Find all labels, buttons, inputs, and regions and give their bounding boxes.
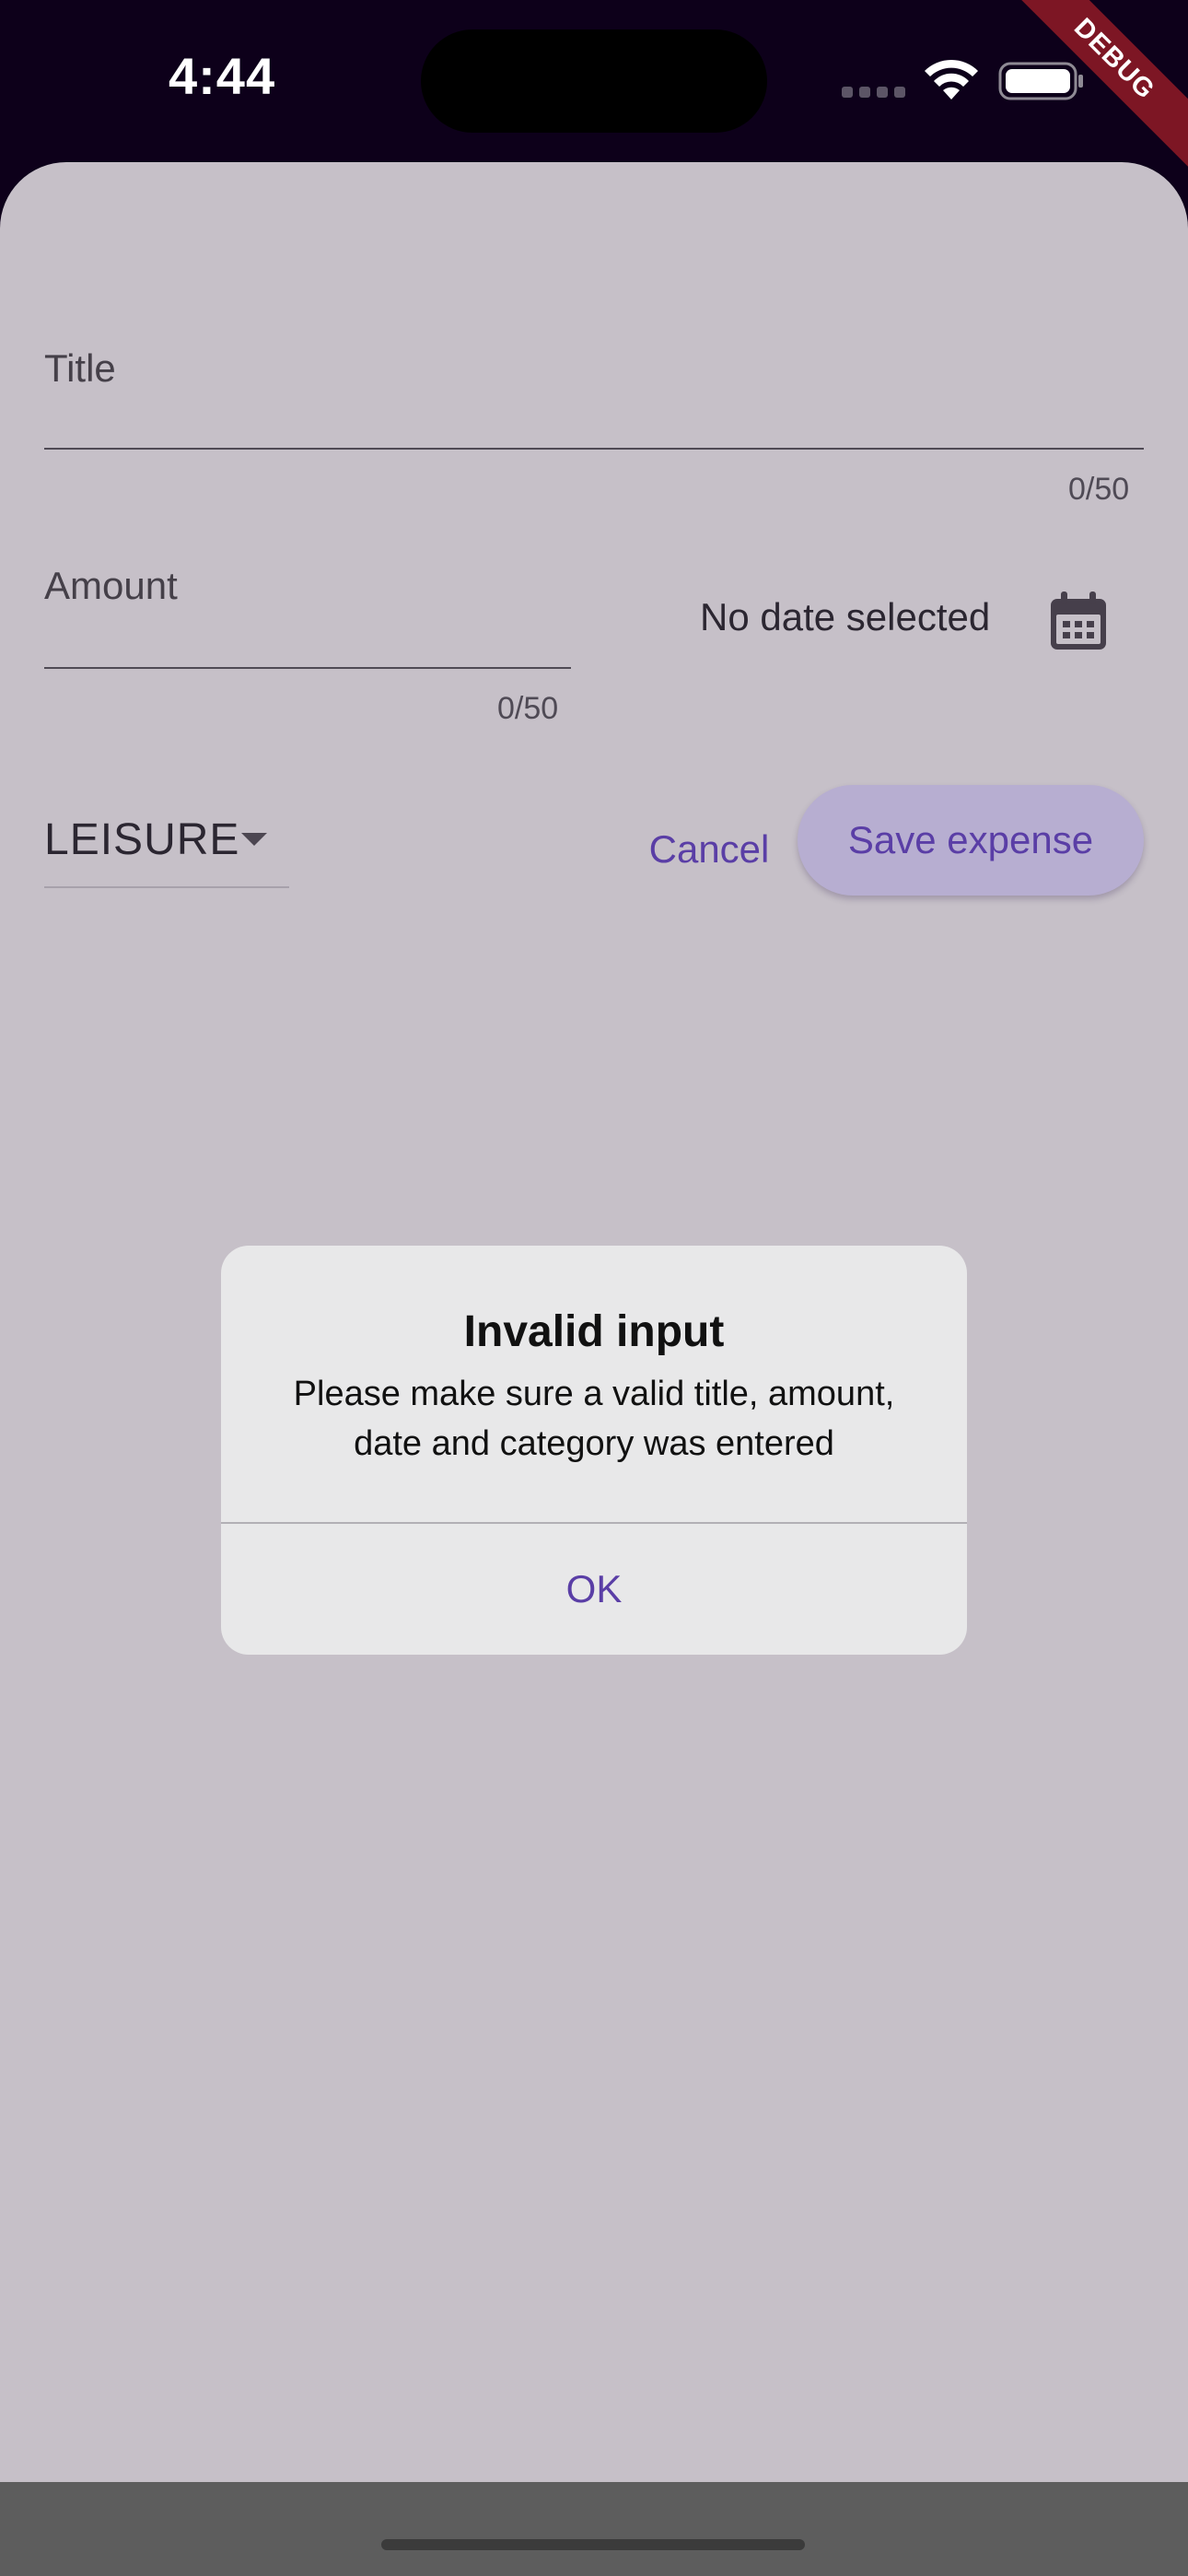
dropdown-arrow-icon — [241, 833, 267, 846]
amount-field-label: Amount — [44, 564, 178, 607]
save-expense-button[interactable]: Save expense — [798, 785, 1144, 896]
new-expense-sheet: Title 0/50 Amount 0/50 No date selected … — [0, 162, 1188, 2484]
cellular-signal-icon — [842, 87, 906, 98]
invalid-input-dialog: Invalid input Please make sure a valid t… — [221, 1246, 967, 1655]
dialog-title: Invalid input — [463, 1307, 725, 1356]
dialog-ok-button[interactable]: OK — [221, 1524, 967, 1655]
calendar-icon[interactable] — [1048, 590, 1109, 652]
amount-input[interactable] — [44, 667, 571, 669]
dynamic-island — [421, 29, 767, 133]
bottom-bar — [0, 2482, 1188, 2576]
amount-counter: 0/50 — [497, 691, 559, 726]
title-field-label: Title — [44, 346, 116, 390]
status-bar: 4:44 — [0, 0, 1188, 162]
category-dropdown[interactable]: LEISURE — [44, 807, 289, 888]
wifi-icon — [925, 59, 978, 100]
selected-date-text: No date selected — [700, 595, 991, 638]
title-counter: 0/50 — [1068, 472, 1130, 507]
cancel-button[interactable]: Cancel — [634, 818, 785, 881]
battery-icon — [998, 62, 1083, 100]
category-selected-value: LEISURE — [44, 815, 240, 864]
title-input[interactable] — [44, 448, 1144, 450]
status-time: 4:44 — [169, 47, 276, 105]
home-indicator[interactable] — [381, 2539, 805, 2550]
dialog-message: Please make sure a valid title, amount, … — [293, 1375, 895, 1463]
